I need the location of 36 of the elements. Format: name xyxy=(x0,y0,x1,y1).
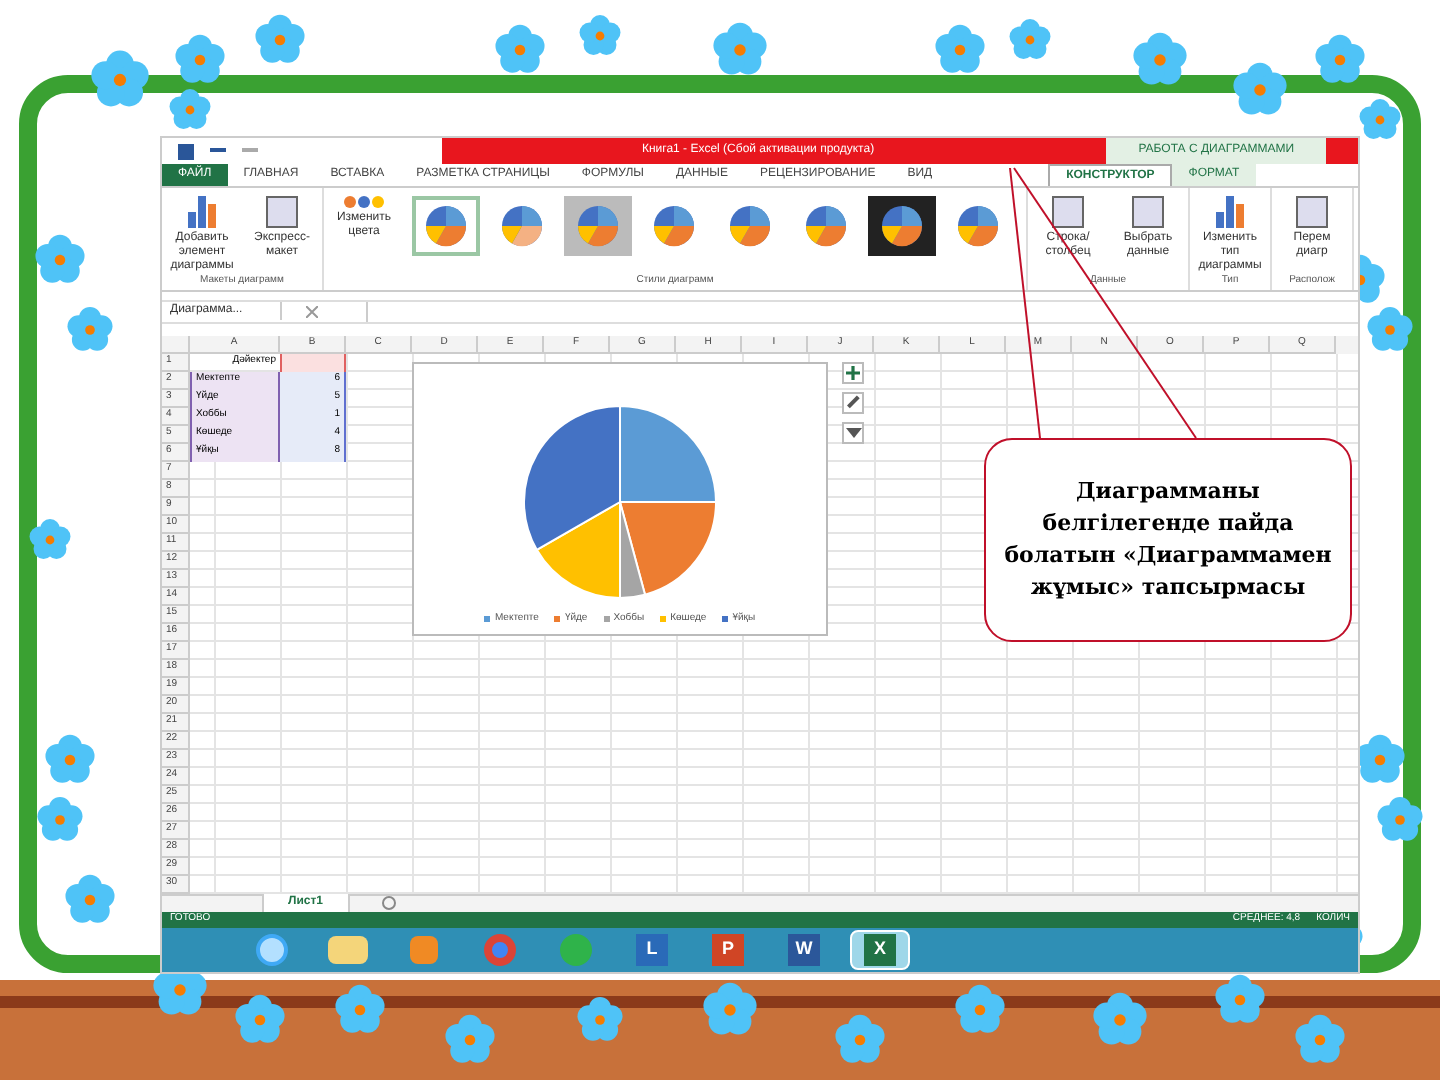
filter-button[interactable] xyxy=(842,421,864,443)
app-icon: X xyxy=(864,933,896,965)
pie-style-icon xyxy=(496,200,548,252)
cancel-icon[interactable] xyxy=(306,305,318,317)
chart-icon xyxy=(188,196,216,228)
chart-style-thumbnail[interactable] xyxy=(868,196,936,256)
pie-style-icon xyxy=(648,200,700,252)
chart-icon xyxy=(1216,196,1244,228)
app-icon: W xyxy=(788,933,820,965)
callout-text: Диаграмманы белгілегенде пайда болатын «Диаграммамен жұмыс» тапсырмасы xyxy=(984,438,1352,642)
undo-icon[interactable] xyxy=(210,147,226,155)
pie-style-icon xyxy=(800,200,852,252)
chart-style-thumbnail[interactable] xyxy=(412,196,480,256)
app-icon: P xyxy=(712,933,744,965)
browser-icon xyxy=(484,933,516,965)
save-icon[interactable] xyxy=(178,143,194,159)
taskbar-button[interactable]: L xyxy=(622,929,682,969)
taskbar-button[interactable]: P xyxy=(698,929,758,969)
plus-icon xyxy=(846,365,860,379)
palette-icon xyxy=(344,196,384,208)
table-icon xyxy=(266,196,298,228)
pie-style-icon xyxy=(724,200,776,252)
brush-button[interactable] xyxy=(842,391,864,413)
table-icon xyxy=(1052,196,1084,228)
table-icon xyxy=(1296,196,1328,228)
table-icon xyxy=(1132,196,1164,228)
taskbar-button[interactable]: X xyxy=(850,929,910,969)
pie-style-icon xyxy=(420,200,472,252)
taskbar-button[interactable]: W xyxy=(774,929,834,969)
chart-style-thumbnail[interactable] xyxy=(564,196,632,256)
pie-style-icon xyxy=(952,200,1004,252)
browser-icon xyxy=(256,933,288,965)
app-icon: L xyxy=(636,933,668,965)
folder-icon xyxy=(328,935,368,963)
add-element-button[interactable] xyxy=(842,361,864,383)
add-sheet-icon[interactable] xyxy=(381,896,396,910)
